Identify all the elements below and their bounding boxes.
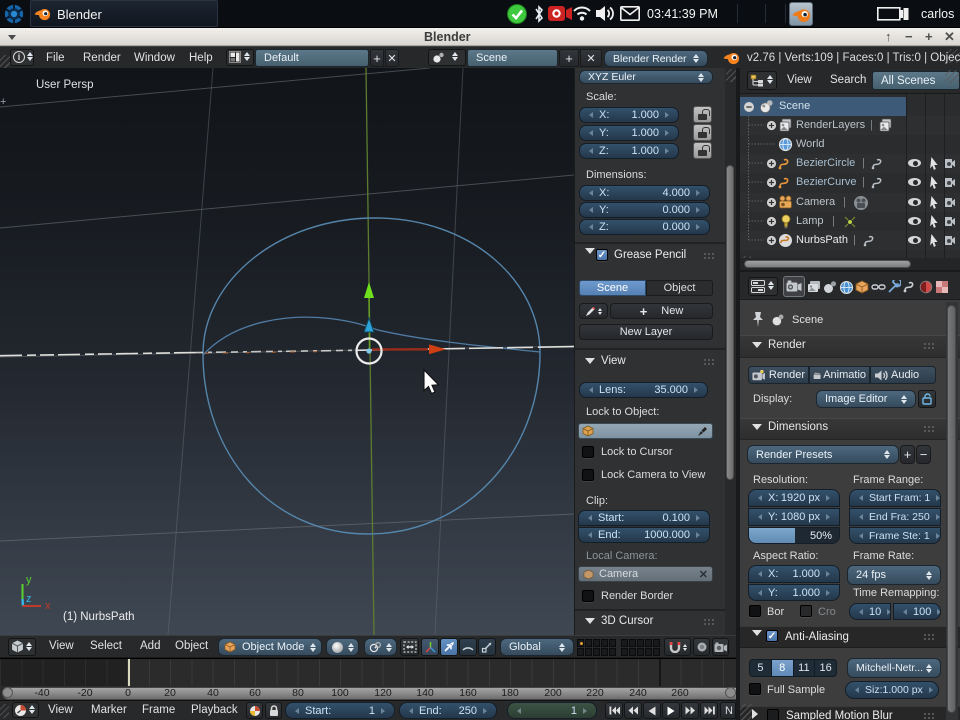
svg-text:x: x [45, 600, 51, 612]
svg-text:z: z [26, 593, 32, 605]
svg-text:y: y [26, 574, 32, 586]
